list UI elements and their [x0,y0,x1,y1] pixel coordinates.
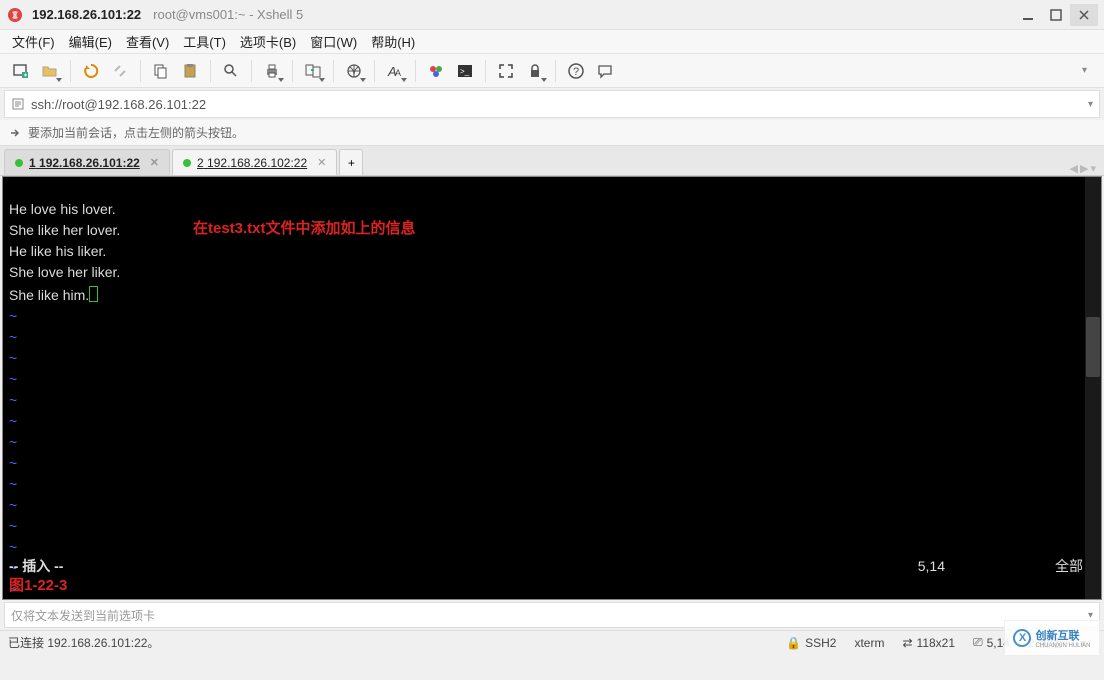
vim-position: 5,14 [918,557,945,576]
session-tab-2[interactable]: 2 192.168.26.102:22 ✕ [172,149,337,175]
window-title-main: 192.168.26.101:22 [32,7,141,22]
terminal-line: She like her lover. [9,222,120,238]
open-session-icon[interactable] [37,58,63,84]
find-icon[interactable] [218,58,244,84]
status-bar: 已连接 192.168.26.101:22。 🔒SSH2 xterm ⇄118x… [0,630,1104,654]
terminal-annotation: 在test3.txt文件中添加如上的信息 [193,219,416,238]
fullscreen-icon[interactable] [493,58,519,84]
scrollbar-thumb[interactable] [1086,317,1100,377]
menu-file[interactable]: 文件(F) [12,32,55,51]
paste-icon[interactable] [177,58,203,84]
watermark-logo-icon: X [1013,629,1031,647]
tab-strip: 1 192.168.26.101:22 ✕ 2 192.168.26.102:2… [0,146,1104,176]
window-title-sub: root@vms001:~ - Xshell 5 [153,7,303,22]
address-bar[interactable]: ssh://root@192.168.26.101:22 ▾ [4,90,1100,118]
chat-icon[interactable] [592,58,618,84]
figure-label: 图1-22-3 [9,576,67,595]
cursor [89,286,98,302]
print-icon[interactable] [259,58,285,84]
toolbar-overflow-icon[interactable]: ▾ [1082,65,1096,76]
svg-text:>_: >_ [460,67,470,76]
app-icon [6,6,24,24]
lock-small-icon: 🔒 [786,636,801,650]
toolbar: AA >_ ? ▾ [0,54,1104,88]
maximize-button[interactable] [1042,4,1070,26]
help-icon[interactable]: ? [563,58,589,84]
menu-tab[interactable]: 选项卡(B) [240,32,296,51]
tab-close-icon[interactable]: ✕ [150,156,159,169]
new-tab-button[interactable]: + [339,149,363,175]
session-tab-1[interactable]: 1 192.168.26.101:22 ✕ [4,149,170,175]
status-termtype: xterm [854,636,884,650]
status-connection: 已连接 192.168.26.101:22。 [8,634,768,651]
terminal-line: She love her liker. [9,264,120,280]
hint-text: 要添加当前会话，点击左侧的箭头按钮。 [28,124,244,141]
terminal-scrollbar[interactable] [1085,177,1101,599]
font-icon[interactable]: AA [382,58,408,84]
send-input[interactable]: 仅将文本发送到当前选项卡 ▾ [4,602,1100,628]
menubar: 文件(F) 编辑(E) 查看(V) 工具(T) 选项卡(B) 窗口(W) 帮助(… [0,30,1104,54]
menu-window[interactable]: 窗口(W) [310,32,357,51]
terminal-line: He like his liker. [9,243,106,259]
menu-view[interactable]: 查看(V) [126,32,169,51]
titlebar: 192.168.26.101:22 root@vms001:~ - Xshell… [0,0,1104,30]
vim-mode: -- 插入 -- [9,557,63,576]
status-protocol: 🔒SSH2 [786,636,836,650]
address-dropdown-icon[interactable]: ▾ [1088,99,1093,110]
tab-status-dot [15,159,23,167]
vim-scope: 全部 [1055,557,1083,576]
shell-icon[interactable]: >_ [452,58,478,84]
status-size: ⇄118x21 [902,636,955,650]
menu-tools[interactable]: 工具(T) [183,32,226,51]
colors-icon[interactable] [423,58,449,84]
new-session-icon[interactable] [8,58,34,84]
tab-nav-arrows[interactable]: ◀▶▾ [1070,162,1100,175]
address-icon [11,97,25,111]
svg-text:?: ? [573,66,579,78]
transfer-icon[interactable] [300,58,326,84]
svg-text:A: A [395,68,401,78]
hint-arrow-icon[interactable] [8,126,22,140]
watermark-sub: CHUANXIN HULIAN [1035,643,1090,649]
window-controls [1014,4,1098,26]
terminal-line: He love his lover. [9,201,116,217]
watermark: X 创新互联 CHUANXIN HULIAN [1004,620,1100,656]
globe-icon[interactable] [341,58,367,84]
terminal[interactable]: He love his lover. She like her lover. H… [2,176,1102,600]
tab-status-dot [183,159,191,167]
watermark-brand: 创新互联 [1035,627,1090,643]
hint-bar: 要添加当前会话，点击左侧的箭头按钮。 [0,120,1104,146]
menu-edit[interactable]: 编辑(E) [69,32,112,51]
menu-help[interactable]: 帮助(H) [371,32,415,51]
send-dropdown-icon[interactable]: ▾ [1088,610,1093,621]
reconnect-icon[interactable] [78,58,104,84]
lock-icon[interactable] [522,58,548,84]
tab-close-icon[interactable]: ✕ [317,156,326,169]
disconnect-icon[interactable] [107,58,133,84]
close-button[interactable] [1070,4,1098,26]
terminal-line: She like him. [9,287,98,303]
copy-icon[interactable] [148,58,174,84]
minimize-button[interactable] [1014,4,1042,26]
address-url: ssh://root@192.168.26.101:22 [31,97,206,112]
send-placeholder: 仅将文本发送到当前选项卡 [11,607,155,624]
